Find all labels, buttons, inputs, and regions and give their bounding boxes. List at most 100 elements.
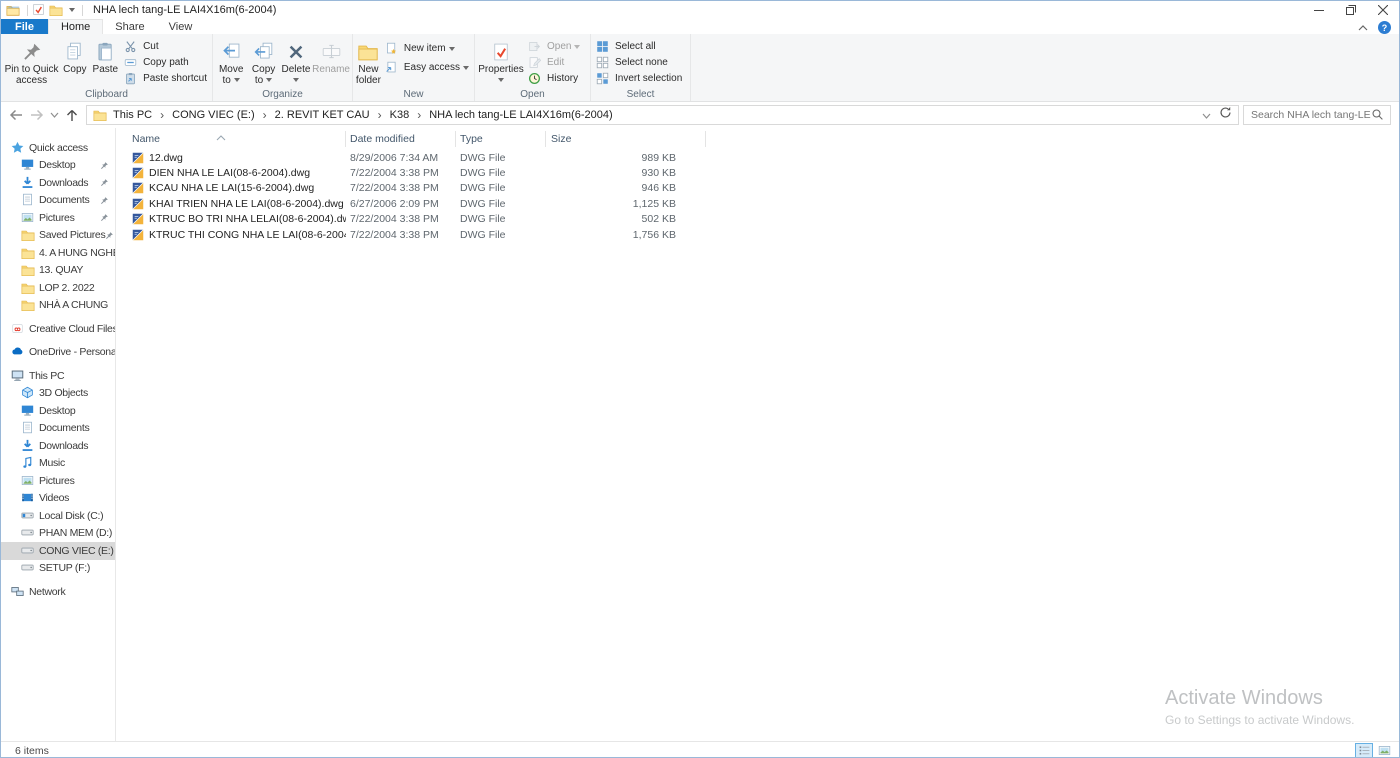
new-folder-icon xyxy=(357,38,379,65)
tab-file[interactable]: File xyxy=(1,19,48,34)
paste-button[interactable]: Paste xyxy=(90,36,121,76)
sidebar-item-desktop[interactable]: Desktop xyxy=(1,402,115,420)
sidebar-item-local-disk-c-[interactable]: Local Disk (C:) xyxy=(1,507,115,525)
invert-selection-button[interactable]: Invert selection xyxy=(593,71,685,86)
breadcrumb-item[interactable]: K38 xyxy=(388,109,412,121)
sidebar-item-network[interactable]: Network xyxy=(1,583,115,601)
search-icon[interactable] xyxy=(1371,108,1385,122)
sidebar-item-nh-a-chung[interactable]: NHÀ A CHUNG xyxy=(1,297,115,315)
ribbon-group-new: New folder New item Easy access New xyxy=(353,34,475,101)
file-row[interactable]: 12.dwg8/29/2006 7:34 AMDWG File989 KB xyxy=(116,150,1399,165)
tab-home[interactable]: Home xyxy=(48,19,103,34)
ribbon-group-organize: Move to Copy to Delete Rename Organize xyxy=(213,34,353,101)
breadcrumb-separator-icon[interactable]: › xyxy=(372,108,388,122)
qat-properties-icon[interactable] xyxy=(32,3,46,17)
sidebar-item-quick-access[interactable]: Quick access xyxy=(1,139,115,157)
sidebar-item-label: NHÀ A CHUNG xyxy=(39,299,108,311)
column-header-type[interactable]: Type xyxy=(456,131,546,147)
easy-access-button[interactable]: Easy access xyxy=(382,60,472,75)
pin-to-quick-access-button[interactable]: Pin to Quick access xyxy=(3,36,60,86)
sidebar-item-pictures[interactable]: Pictures xyxy=(1,209,115,227)
sidebar-item-documents[interactable]: Documents xyxy=(1,420,115,438)
address-dropdown-icon[interactable] xyxy=(1202,106,1211,124)
new-item-button[interactable]: New item xyxy=(382,41,472,56)
forward-button[interactable] xyxy=(26,105,47,125)
tab-share[interactable]: Share xyxy=(103,19,156,34)
sidebar-item-this-pc[interactable]: This PC xyxy=(1,367,115,385)
qat-new-folder-icon[interactable] xyxy=(49,3,63,17)
details-view-button[interactable] xyxy=(1355,743,1373,758)
collapse-ribbon-icon[interactable] xyxy=(1358,22,1368,34)
file-row[interactable]: DIEN NHA LE LAI(08-6-2004).dwg7/22/2004 … xyxy=(116,165,1399,180)
up-button[interactable] xyxy=(61,105,82,125)
sidebar-item-documents[interactable]: Documents xyxy=(1,192,115,210)
sidebar-item-3d-objects[interactable]: 3D Objects xyxy=(1,385,115,403)
sidebar-item-setup-f-[interactable]: SETUP (F:) xyxy=(1,560,115,578)
file-row[interactable]: KTRUC THI CONG NHA LE LAI(08-6-2004...7/… xyxy=(116,227,1399,242)
file-date-modified: 7/22/2004 3:38 PM xyxy=(346,182,456,194)
rename-button[interactable]: Rename xyxy=(312,36,350,76)
sidebar-item-onedrive-personal[interactable]: OneDrive - Personal xyxy=(1,344,115,362)
sidebar-item-lop-2-2022[interactable]: LOP 2. 2022 xyxy=(1,279,115,297)
restore-button[interactable] xyxy=(1335,1,1367,19)
file-size: 1,756 KB xyxy=(546,229,706,241)
file-row[interactable]: KTRUC BO TRI NHA LELAI(08-6-2004).dwg7/2… xyxy=(116,212,1399,227)
sidebar-item-videos[interactable]: Videos xyxy=(1,490,115,508)
videos-icon xyxy=(21,491,35,505)
breadcrumb-separator-icon[interactable]: › xyxy=(154,108,170,122)
sidebar-item-desktop[interactable]: Desktop xyxy=(1,157,115,175)
sidebar-item-phan-mem-d-[interactable]: PHAN MEM (D:) xyxy=(1,525,115,543)
file-row[interactable]: KCAU NHA LE LAI(15-6-2004).dwg7/22/2004 … xyxy=(116,181,1399,196)
breadcrumb-item[interactable]: 2. REVIT KET CAU xyxy=(273,109,372,121)
close-button[interactable] xyxy=(1367,1,1399,19)
breadcrumb-separator-icon[interactable]: › xyxy=(257,108,273,122)
tab-view[interactable]: View xyxy=(157,19,205,34)
properties-button[interactable]: Properties xyxy=(477,36,525,82)
paste-shortcut-button[interactable]: Paste shortcut xyxy=(121,71,210,86)
copy-path-button[interactable]: Copy path xyxy=(121,55,210,70)
select-all-button[interactable]: Select all xyxy=(593,39,685,54)
back-button[interactable] xyxy=(5,105,26,125)
minimize-button[interactable] xyxy=(1303,1,1335,19)
column-header-date-modified[interactable]: Date modified xyxy=(346,131,456,147)
sidebar-item-music[interactable]: Music xyxy=(1,455,115,473)
move-to-button[interactable]: Move to xyxy=(215,36,247,86)
column-header-name[interactable]: Name xyxy=(116,131,346,147)
refresh-icon[interactable] xyxy=(1219,106,1232,124)
breadcrumb-separator-icon[interactable]: › xyxy=(411,108,427,122)
sidebar-item-saved-pictures[interactable]: Saved Pictures xyxy=(1,227,115,245)
cut-button[interactable]: Cut xyxy=(121,39,210,54)
large-icons-view-button[interactable] xyxy=(1375,743,1393,758)
breadcrumb-item[interactable]: This PC xyxy=(111,109,154,121)
music-icon xyxy=(21,456,35,470)
sidebar-item-creative-cloud-files[interactable]: Creative Cloud Files xyxy=(1,320,115,338)
address-bar[interactable]: This PC›CONG VIEC (E:)›2. REVIT KET CAU›… xyxy=(86,105,1239,125)
paste-icon xyxy=(95,38,116,65)
qat-customize-caret-icon[interactable] xyxy=(69,8,75,12)
sidebar-item-13-quay[interactable]: 13. QUAY xyxy=(1,262,115,280)
history-button[interactable]: History xyxy=(525,71,583,86)
breadcrumb-item[interactable]: CONG VIEC (E:) xyxy=(170,109,257,121)
file-row[interactable]: KHAI TRIEN NHA LE LAI(08-6-2004).dwg6/27… xyxy=(116,196,1399,211)
copy-button[interactable]: Copy xyxy=(60,36,90,76)
search-input[interactable] xyxy=(1244,109,1371,121)
column-header-size[interactable]: Size xyxy=(546,131,706,147)
delete-button[interactable]: Delete xyxy=(280,36,312,82)
help-icon[interactable]: ? xyxy=(1378,21,1391,34)
paste-label: Paste xyxy=(93,65,119,76)
new-folder-button[interactable]: New folder xyxy=(355,36,382,86)
recent-locations-icon[interactable] xyxy=(47,105,61,125)
sidebar-item-4-a-hung-nghe-a[interactable]: 4. A HUNG NGHE A xyxy=(1,244,115,262)
select-none-button[interactable]: Select none xyxy=(593,55,685,70)
sidebar-item-downloads[interactable]: Downloads xyxy=(1,174,115,192)
properties-caret-icon xyxy=(498,78,504,82)
copy-to-button[interactable]: Copy to xyxy=(247,36,279,86)
sort-ascending-icon[interactable] xyxy=(216,128,226,146)
dwg-file-icon xyxy=(132,167,144,179)
sidebar-item-pictures[interactable]: Pictures xyxy=(1,472,115,490)
sidebar-item-cong-viec-e-[interactable]: CONG VIEC (E:) xyxy=(1,542,115,560)
open-button[interactable]: Open xyxy=(525,39,583,54)
sidebar-item-downloads[interactable]: Downloads xyxy=(1,437,115,455)
edit-button[interactable]: Edit xyxy=(525,55,583,70)
breadcrumb-item[interactable]: NHA lech tang-LE LAI4X16m(6-2004) xyxy=(427,109,614,121)
